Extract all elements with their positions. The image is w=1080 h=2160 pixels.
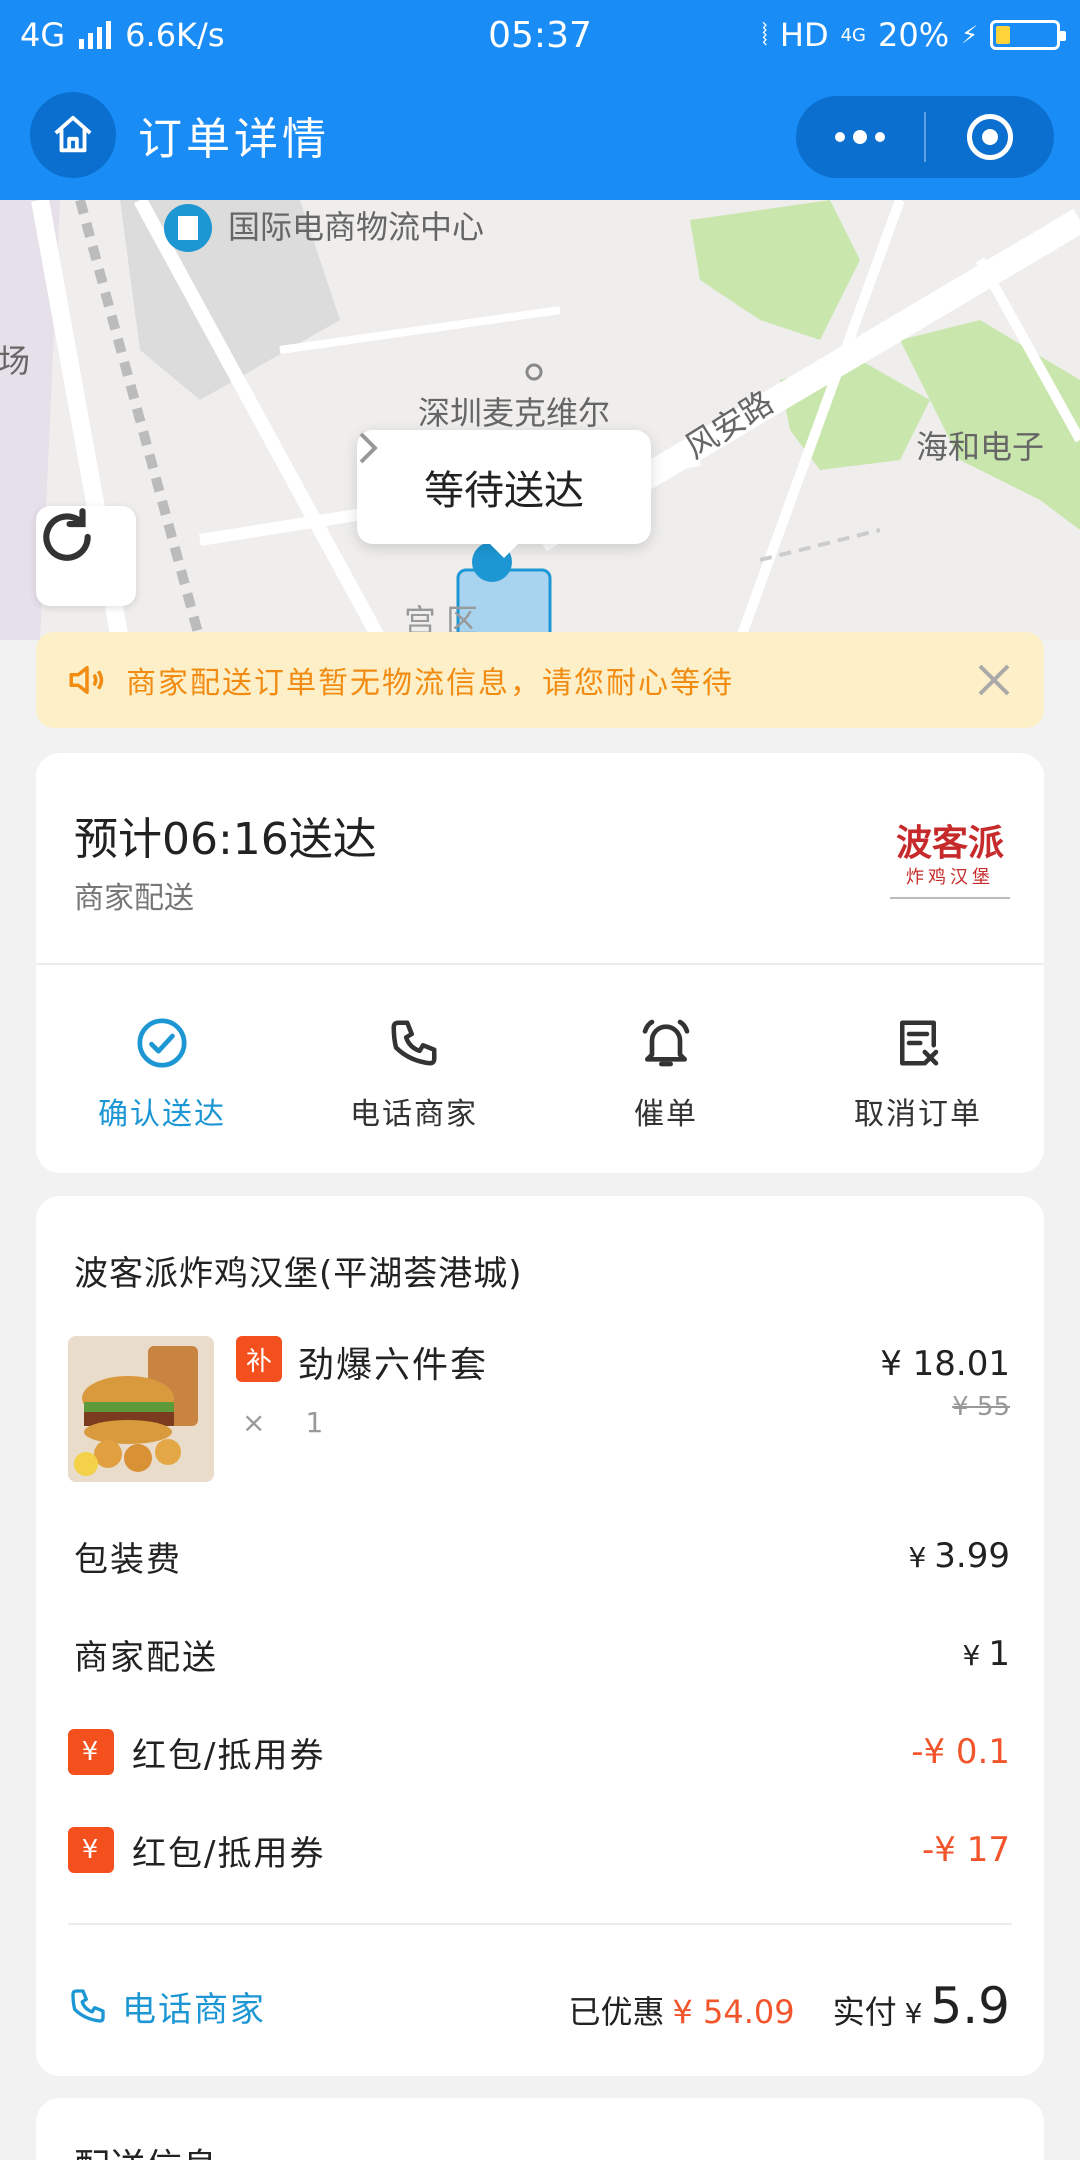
hd-label: HD — [779, 16, 829, 54]
vibrate-icon: ⦚ — [761, 17, 768, 53]
check-circle-icon — [137, 1018, 187, 1068]
mini-program-capsule — [796, 96, 1054, 178]
delivery-map[interactable]: 国际电商物流中心 场 深圳麦克维尔 风安路 海和电子 宫 区 等待送达 — [0, 200, 1080, 640]
coupon-row: ¥ 红包/抵用券 -¥ 0.1 — [68, 1722, 1010, 1782]
fee-value: ¥1 — [962, 1634, 1010, 1674]
shop-logo[interactable]: 波客派 炸鸡汉堡 — [890, 822, 1010, 899]
battery-icon — [990, 20, 1066, 50]
item-original-price: ¥ 55 — [952, 1392, 1010, 1422]
coupon-label: 红包/抵用券 — [132, 1833, 326, 1874]
paid-value: 5.9 — [930, 1977, 1010, 2035]
home-button[interactable] — [30, 92, 116, 178]
order-card: 波客派炸鸡汉堡(平湖荟港城) 补 劲爆六件套 × 1 ¥ 18.01 ¥ 55 包… — [36, 1196, 1044, 2076]
network-type: 4G — [20, 16, 66, 54]
notice-banner: 商家配送订单暂无物流信息，请您耐心等待 — [36, 632, 1044, 728]
fee-label: 包装费 — [74, 1539, 182, 1580]
bell-icon — [642, 1019, 690, 1067]
more-icon — [835, 130, 885, 144]
discount-label: 已优惠 — [568, 1993, 665, 2031]
delivery-status-text: 等待送达 — [424, 468, 584, 514]
coupon-value: -¥ 0.1 — [911, 1732, 1010, 1772]
signal-icon — [79, 21, 112, 49]
footer-call-label: 电话商家 — [122, 1989, 266, 2030]
chevron-right-icon — [359, 432, 378, 464]
packaging-fee-row: 包装费 ¥3.99 — [74, 1526, 1010, 1586]
call-merchant-label: 电话商家 — [350, 1097, 478, 1132]
item-quantity: × 1 — [242, 1406, 324, 1439]
order-totals: 已优惠 ¥ 54.09 实付 ¥ 5.9 — [568, 1977, 1010, 2035]
item-image — [68, 1336, 214, 1482]
item-price: ¥ 18.01 — [880, 1344, 1010, 1384]
order-footer: 电话商家 已优惠 ¥ 54.09 实付 ¥ 5.9 — [68, 1966, 1010, 2046]
shop-logo-sub: 炸鸡汉堡 — [906, 867, 994, 888]
delivery-method: 商家配送 — [74, 881, 194, 916]
coupon-icon: ¥ — [68, 1729, 114, 1775]
close-mini-program-button[interactable] — [926, 96, 1054, 178]
map-label-plaza: 场 — [0, 342, 31, 380]
fee-value: ¥3.99 — [908, 1536, 1010, 1576]
close-icon[interactable] — [974, 660, 1014, 700]
refresh-button[interactable] — [36, 506, 136, 606]
phone-icon — [71, 1989, 105, 2023]
charging-icon: ⚡ — [961, 21, 978, 49]
delivery-fee-row: 商家配送 ¥1 — [74, 1624, 1010, 1684]
confirm-delivery-button[interactable]: 确认送达 — [36, 1013, 288, 1133]
refresh-icon — [43, 508, 91, 561]
coupon-value: -¥ 17 — [922, 1830, 1010, 1870]
page-title: 订单详情 — [138, 114, 330, 165]
target-icon — [967, 114, 1013, 160]
delivery-info-title: 配送信息 — [74, 2138, 218, 2160]
coupon-label: 红包/抵用券 — [132, 1735, 326, 1776]
home-icon — [54, 115, 92, 153]
notice-text: 商家配送订单暂无物流信息，请您耐心等待 — [126, 666, 734, 701]
cancel-order-button[interactable]: 取消订单 — [792, 1013, 1044, 1133]
coupon-icon: ¥ — [68, 1827, 114, 1873]
paid-label: 实付 — [832, 1993, 897, 2031]
urge-order-button[interactable]: 催单 — [540, 1013, 792, 1133]
map-label-haihe: 海和电子 — [916, 428, 1045, 466]
net-small: 4G — [840, 24, 867, 46]
coupon-row: ¥ 红包/抵用券 -¥ 17 — [68, 1820, 1010, 1880]
subsidy-badge: 补 — [236, 1336, 282, 1382]
eta-text: 预计06:16送达 — [74, 814, 377, 865]
clock: 05:37 — [488, 14, 592, 56]
network-speed: 6.6K/s — [125, 16, 225, 54]
cancel-order-icon — [900, 1020, 939, 1066]
battery-percent: 20% — [878, 16, 950, 54]
shop-name[interactable]: 波客派炸鸡汉堡(平湖荟港城) — [74, 1246, 523, 1295]
call-merchant-action[interactable]: 电话商家 — [288, 1013, 540, 1133]
delivery-status-bubble[interactable]: 等待送达 — [357, 430, 651, 558]
footer-call-merchant-button[interactable]: 电话商家 — [68, 1982, 266, 2031]
urge-order-label: 催单 — [634, 1097, 698, 1132]
map-label-logistics: 国际电商物流中心 — [228, 208, 485, 246]
shop-logo-name: 波客派 — [895, 822, 1004, 864]
paid-currency: ¥ — [904, 1997, 923, 2030]
item-name: 劲爆六件套 — [298, 1345, 489, 1386]
map-label-mike: 深圳麦克维尔 — [418, 394, 611, 432]
speaker-icon — [69, 666, 104, 694]
more-button[interactable] — [796, 96, 924, 178]
nav-bar: 订单详情 — [0, 70, 1080, 200]
cancel-order-label: 取消订单 — [854, 1097, 982, 1132]
phone-icon — [391, 1020, 437, 1066]
delivery-info-card: 配送信息 — [36, 2098, 1044, 2160]
discount-value: ¥ 54.09 — [672, 1993, 795, 2031]
confirm-delivery-label: 确认送达 — [98, 1097, 226, 1132]
fee-label: 商家配送 — [74, 1637, 218, 1678]
delivery-card: 预计06:16送达 商家配送 波客派 炸鸡汉堡 确认送达 电话商家 催单 取消订… — [36, 753, 1044, 1173]
status-bar: 4G 6.6K/s 05:37 ⦚ HD 4G 20% ⚡ — [0, 0, 1080, 70]
